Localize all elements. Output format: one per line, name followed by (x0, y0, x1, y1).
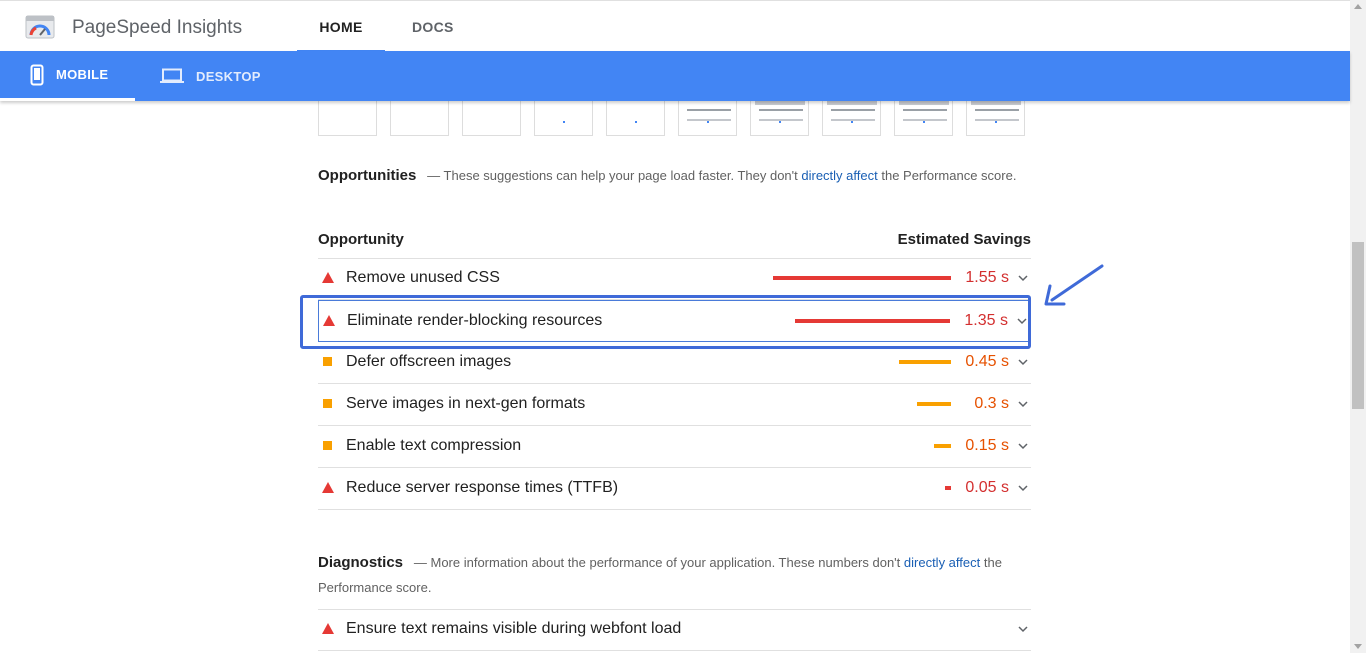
chevron-down-icon[interactable] (1017, 272, 1029, 284)
app-title: PageSpeed Insights (72, 17, 243, 38)
savings-value: 1.55 s (965, 269, 1009, 286)
savings-bar (773, 276, 951, 280)
filmstrip-frame (462, 101, 521, 136)
filmstrip-frame (534, 101, 593, 136)
savings-value: 0.3 s (974, 395, 1009, 412)
average-square-icon (322, 356, 332, 366)
annotation-arrow-icon (1044, 264, 1104, 306)
highlight-box (300, 295, 1031, 349)
pagespeed-logo-icon (25, 15, 55, 39)
opportunity-label: Defer offscreen images (346, 353, 512, 370)
filmstrip-frame (894, 101, 953, 136)
fail-triangle-icon (322, 272, 334, 283)
tab-docs[interactable]: DOCS (412, 19, 454, 35)
chevron-down-icon[interactable] (1017, 398, 1029, 410)
diagnostics-title: Diagnostics (318, 554, 404, 571)
opportunity-label: Reduce server response times (TTFB) (346, 479, 619, 496)
scroll-thumb[interactable] (1352, 242, 1364, 409)
chevron-down-icon[interactable] (1017, 482, 1029, 494)
opportunity-label: Enable text compression (346, 437, 522, 454)
opportunity-row[interactable]: Serve images in next-gen formats 0.3 s (318, 384, 1031, 426)
savings-bar (934, 444, 951, 448)
tab-home[interactable]: HOME (297, 19, 385, 52)
savings-bar (899, 360, 951, 364)
opportunities-desc: — These suggestions can help your page l… (427, 168, 802, 183)
phone-icon (30, 64, 44, 85)
opportunity-table-header: Opportunity Estimated Savings (318, 225, 1031, 259)
filmstrip-frame (606, 101, 665, 136)
opportunities-desc-link[interactable]: directly affect (801, 168, 877, 183)
opportunities-title: Opportunities (318, 167, 417, 184)
scroll-up-icon[interactable] (1354, 4, 1362, 9)
tab-desktop[interactable]: DESKTOP (160, 51, 261, 101)
diagnostics-desc-link[interactable]: directly affect (904, 555, 980, 570)
savings-value: 0.15 s (965, 437, 1009, 454)
filmstrip-frame (390, 101, 449, 136)
diagnostics-desc: — More information about the performance… (413, 555, 904, 570)
chevron-down-icon[interactable] (1017, 623, 1029, 635)
filmstrip-frame (966, 101, 1025, 136)
average-square-icon (322, 398, 332, 408)
savings-bar (917, 402, 951, 406)
column-estimated-savings: Estimated Savings (897, 231, 1031, 248)
opportunity-row[interactable]: Reduce server response times (TTFB) 0.05 … (318, 468, 1031, 510)
laptop-icon (160, 68, 184, 83)
filmstrip-frame (318, 101, 377, 136)
opportunity-label: Serve images in next-gen formats (346, 395, 586, 412)
opportunities-desc-end: the Performance score. (877, 168, 1017, 183)
tab-mobile[interactable]: MOBILE (0, 51, 135, 101)
page-scrollbar[interactable] (1350, 0, 1366, 653)
tab-desktop-label: DESKTOP (196, 68, 261, 84)
savings-bar (945, 486, 951, 490)
filmstrip-frame (678, 101, 737, 136)
opportunity-row[interactable]: Remove unused CSS 1.55 s (318, 258, 1031, 300)
opportunities-header: Opportunities — These suggestions can he… (318, 163, 1031, 188)
savings-value: 0.05 s (965, 479, 1009, 496)
scroll-down-icon[interactable] (1354, 644, 1362, 649)
device-tab-bar: MOBILE DESKTOP (0, 51, 1350, 101)
diagnostic-row[interactable]: Ensure text remains visible during webfo… (318, 609, 1031, 651)
top-bar: PageSpeed Insights HOME DOCS (0, 0, 1350, 52)
average-square-icon (322, 440, 332, 450)
opportunity-label: Remove unused CSS (346, 269, 500, 286)
diagnostics-header: Diagnostics — More information about the… (318, 550, 1031, 600)
chevron-down-icon[interactable] (1017, 356, 1029, 368)
diagnostic-label: Ensure text remains visible during webfo… (346, 620, 682, 637)
savings-value: 0.45 s (965, 353, 1009, 370)
tab-mobile-label: MOBILE (56, 67, 109, 82)
filmstrip (318, 101, 1031, 137)
chevron-down-icon[interactable] (1017, 440, 1029, 452)
opportunity-row[interactable]: Enable text compression 0.15 s (318, 426, 1031, 468)
fail-triangle-icon (322, 482, 334, 493)
column-opportunity: Opportunity (318, 231, 404, 248)
filmstrip-frame (822, 101, 881, 136)
fail-triangle-icon (322, 623, 334, 634)
filmstrip-frame (750, 101, 809, 136)
